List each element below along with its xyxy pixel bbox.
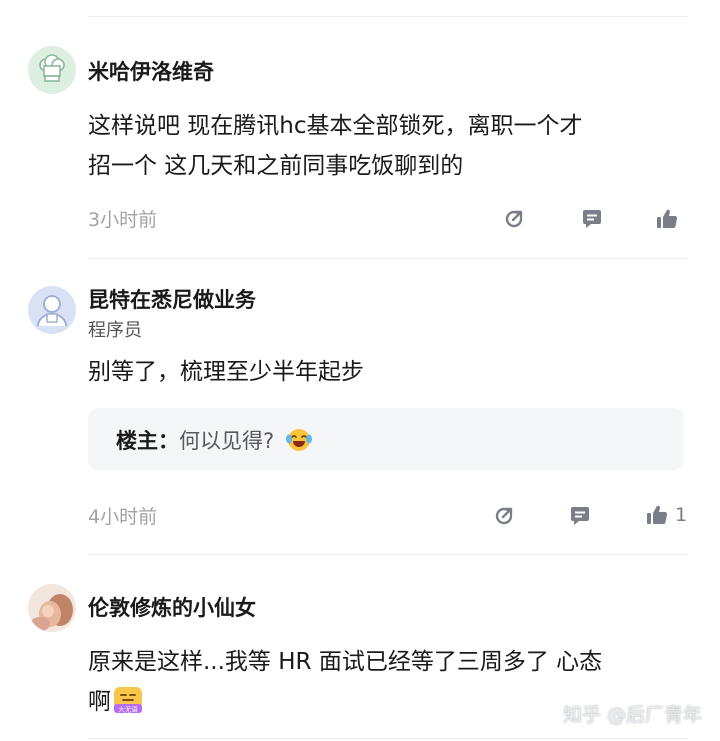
comment-text-tail: 啊 [88, 689, 111, 715]
comment-author[interactable]: 米哈伊洛维奇 [88, 56, 214, 86]
like-button[interactable]: 1 [645, 503, 687, 527]
share-icon [495, 507, 513, 525]
author-role: 程序员 [88, 320, 142, 341]
thumbs-up-icon [657, 209, 678, 229]
reply-author: 楼主： [116, 429, 179, 453]
reply-button[interactable] [568, 504, 592, 528]
comment-text-line: 原来是这样...我等 HR 面试已经等了三周多了 心态 [88, 649, 603, 675]
share-icon [505, 210, 523, 228]
default-user-avatar-icon [37, 295, 67, 327]
comment-author[interactable]: 昆特在悉尼做业务 [88, 284, 256, 314]
like-count: 1 [675, 504, 688, 526]
collapse-emoji-icon: 大无语 [114, 686, 142, 713]
thumbs-up-icon [647, 505, 668, 525]
comment-time: 3小时前 [88, 209, 158, 231]
avatar[interactable] [28, 46, 76, 94]
comment-time: 4小时前 [88, 506, 158, 528]
watermark: 知乎 @后厂青年 [562, 704, 702, 726]
share-button[interactable] [502, 207, 526, 231]
chef-hat-avatar-icon [39, 54, 65, 82]
comment-icon [583, 210, 601, 228]
comment-divider [88, 554, 688, 555]
comment-text-line: 招一个 这几天和之前同事吃饭聊到的 [88, 153, 464, 179]
comment-text-line: 这样说吧 现在腾讯hc基本全部锁死，离职一个才 [88, 113, 583, 139]
op-reply: 楼主：何以见得? [116, 425, 313, 455]
comment-icon [571, 507, 589, 525]
bottom-divider [88, 738, 688, 739]
top-divider [88, 16, 688, 17]
emoji-caption: 大无语 [118, 704, 138, 713]
comment-divider [88, 258, 688, 259]
reply-text: 何以见得? [179, 429, 275, 453]
op-reply-box[interactable]: 楼主：何以见得? [88, 408, 684, 470]
avatar[interactable] [28, 584, 76, 632]
photo-avatar-icon [28, 584, 76, 632]
like-button[interactable] [655, 207, 685, 231]
reply-button[interactable] [580, 207, 604, 231]
share-button[interactable] [492, 504, 516, 528]
comment-text: 别等了，梳理至少半年起步 [88, 359, 364, 385]
comment-author[interactable]: 伦敦修炼的小仙女 [88, 592, 256, 622]
avatar[interactable] [28, 286, 76, 334]
comment-text: 这样说吧 现在腾讯hc基本全部锁死，离职一个才 招一个 这几天和之前同事吃饭聊到… [88, 106, 672, 186]
laughing-tears-emoji-icon [285, 429, 312, 451]
